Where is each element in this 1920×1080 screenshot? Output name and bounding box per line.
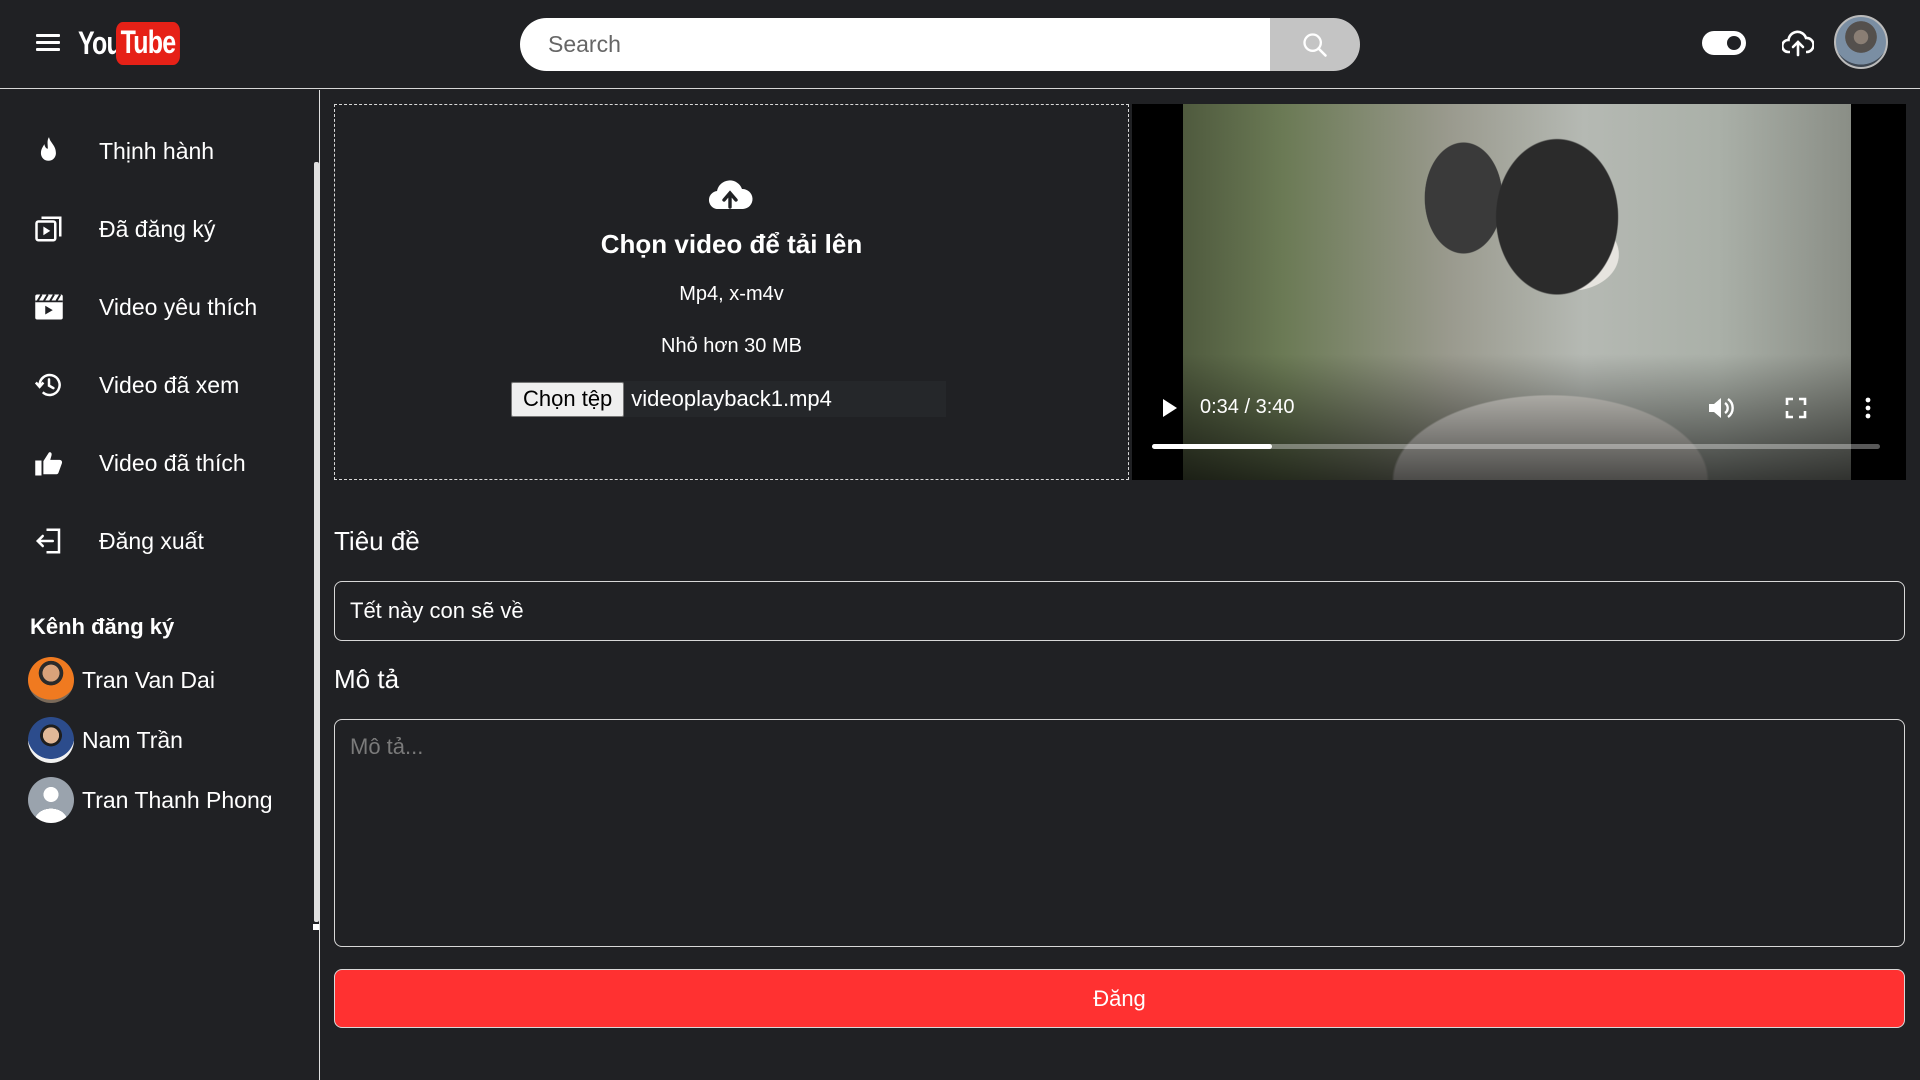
sidebar-item-label: Video yêu thích	[99, 293, 258, 320]
post-button[interactable]: Đăng	[334, 969, 1905, 1028]
history-icon	[30, 366, 68, 404]
clapperboard-icon	[30, 288, 68, 326]
search-icon	[1303, 32, 1327, 57]
description-label: Mô tả	[334, 664, 400, 694]
duration: 3:40	[1255, 396, 1295, 418]
sidebar-item-logout[interactable]: Đăng xuất	[30, 517, 300, 565]
logo-tube-text: Tube	[116, 21, 181, 65]
selected-file-name: videoplayback1.mp4	[631, 386, 832, 411]
sidebar-item-history[interactable]: Video đã xem	[30, 361, 300, 409]
upload-formats: Mp4, x-m4v	[679, 283, 784, 305]
channel-name: Tran Van Dai	[82, 666, 215, 693]
sidebar-item-trending[interactable]: Thịnh hành	[30, 127, 300, 175]
thumbs-up-icon	[30, 444, 68, 482]
cloud-upload-icon[interactable]	[1782, 28, 1814, 58]
upload-size-limit: Nhỏ hơn 30 MB	[661, 335, 802, 357]
search-input[interactable]	[520, 18, 1270, 71]
sidebar-item-label: Đăng xuất	[99, 527, 204, 554]
fullscreen-icon[interactable]	[1784, 396, 1808, 420]
play-icon[interactable]	[1157, 396, 1181, 420]
theme-toggle[interactable]	[1702, 31, 1746, 55]
channel-avatar	[28, 717, 74, 763]
top-header: You Tube	[0, 0, 1920, 89]
video-progress-bar[interactable]	[1152, 444, 1880, 449]
subscriptions-icon	[30, 210, 68, 248]
search-bar	[520, 18, 1360, 71]
title-label: Tiêu đề	[334, 526, 420, 556]
search-button[interactable]	[1270, 18, 1360, 71]
video-player[interactable]: 0:34 / 3:40	[1132, 104, 1906, 480]
current-time: 0:34	[1200, 396, 1239, 418]
hamburger-menu-icon[interactable]	[34, 31, 62, 59]
sidebar-item-liked[interactable]: Video đã thích	[30, 439, 300, 487]
subscribed-channels-title: Kênh đăng ký	[30, 614, 175, 639]
sidebar-item-label: Thịnh hành	[99, 137, 215, 164]
upload-dropzone[interactable]: Chọn video để tải lên Mp4, x-m4v Nhỏ hơn…	[334, 104, 1129, 480]
cloud-upload-icon	[708, 180, 753, 210]
video-time: 0:34 / 3:40	[1200, 396, 1295, 419]
channel-item[interactable]: Nam Trần	[28, 716, 308, 764]
user-avatar[interactable]	[1834, 15, 1888, 69]
upload-title: Chọn video để tải lên	[600, 229, 863, 259]
logout-icon	[30, 522, 68, 560]
channel-item[interactable]: Tran Van Dai	[28, 656, 308, 704]
volume-icon[interactable]	[1707, 395, 1735, 421]
sidebar-item-label: Đã đăng ký	[99, 215, 216, 242]
channel-item[interactable]: Tran Thanh Phong	[28, 776, 308, 824]
channel-name: Nam Trần	[82, 726, 183, 753]
youtube-logo[interactable]: You Tube	[78, 20, 198, 66]
more-options-icon[interactable]	[1858, 396, 1878, 420]
video-progress-fill	[1152, 444, 1273, 449]
logo-you-text: You	[78, 24, 122, 61]
file-input: Chọn tệp videoplayback1.mp4	[511, 381, 946, 417]
channel-avatar	[28, 657, 74, 703]
choose-file-button[interactable]: Chọn tệp	[511, 381, 625, 417]
sidebar-item-favorites[interactable]: Video yêu thích	[30, 283, 300, 331]
channel-name: Tran Thanh Phong	[82, 786, 273, 813]
title-input[interactable]	[334, 581, 1905, 641]
sidebar-scrollbar[interactable]	[314, 162, 319, 922]
sidebar: Thịnh hành Đã đăng ký Video yêu thích Vi…	[0, 90, 320, 1080]
sidebar-item-label: Video đã xem	[99, 371, 240, 398]
channel-avatar	[28, 777, 74, 823]
sidebar-item-subscriptions[interactable]: Đã đăng ký	[30, 205, 300, 253]
time-separator: /	[1238, 396, 1256, 418]
fire-icon	[30, 132, 68, 170]
scrollbar-handle[interactable]	[313, 924, 319, 930]
description-input[interactable]	[334, 719, 1905, 947]
sidebar-item-label: Video đã thích	[99, 449, 246, 476]
